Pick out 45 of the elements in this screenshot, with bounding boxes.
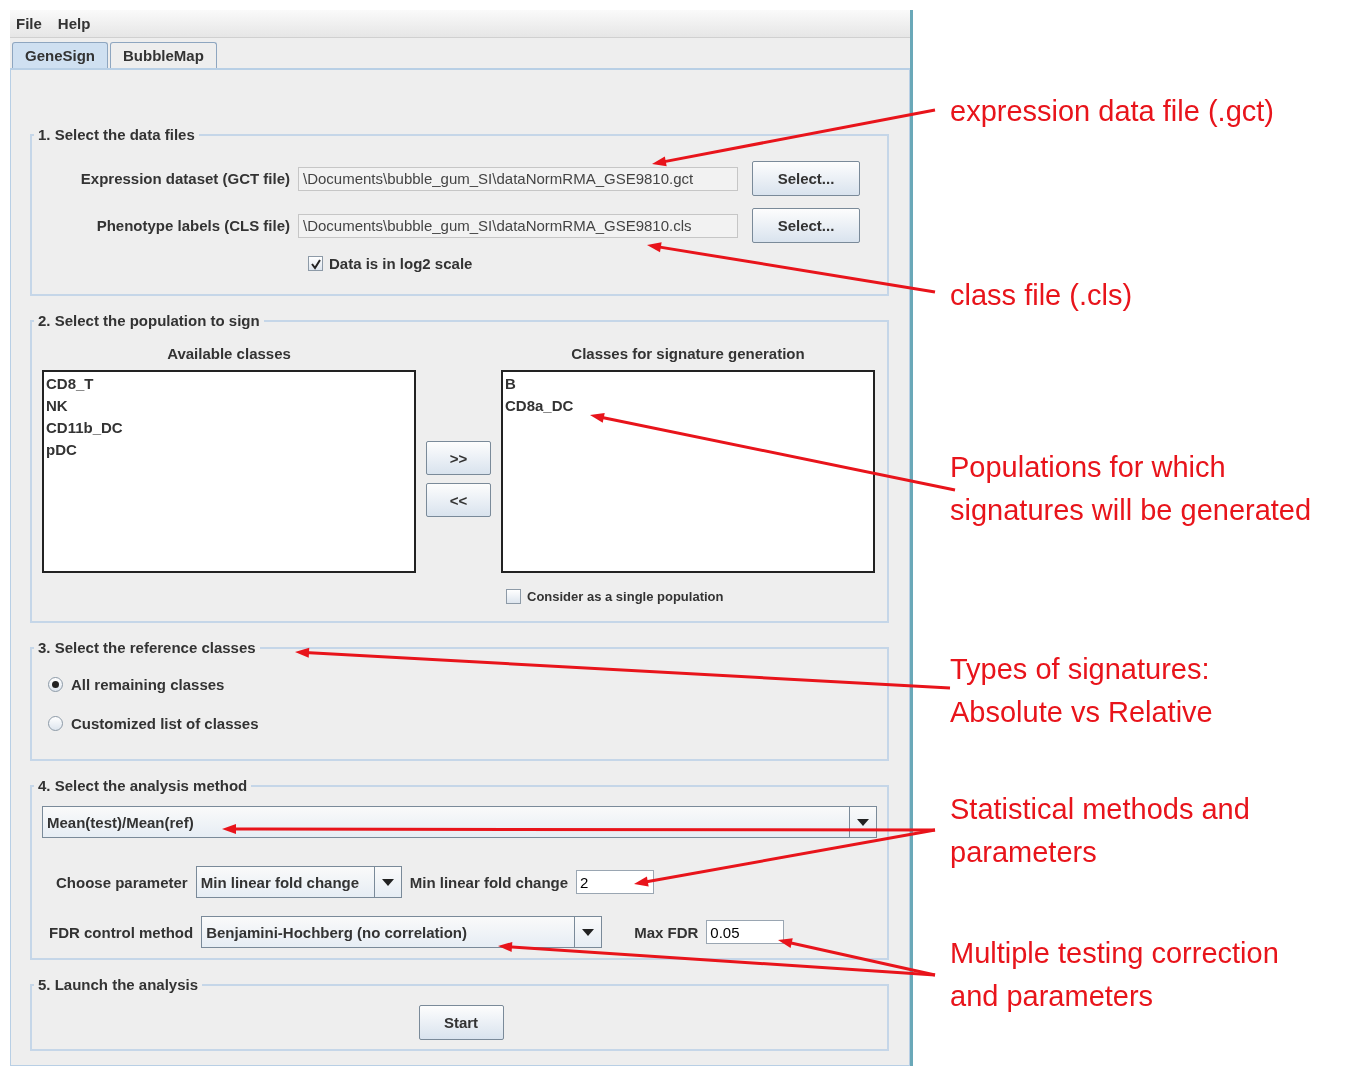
list-item[interactable]: B <box>505 375 871 392</box>
menu-item[interactable]: Help <box>57 15 91 32</box>
checkbox-label: Consider as a single population <box>527 589 724 604</box>
annotation-text: Types of signatures: Absolute vs Relative <box>950 652 1213 730</box>
field-label: FDR control method <box>49 923 194 941</box>
fdr-method-dropdown[interactable]: Benjamini-Hochberg (no correlation) <box>201 916 603 948</box>
select-button[interactable]: Select... <box>752 208 860 243</box>
radio-label: All remaining classes <box>71 676 225 693</box>
checkbox-label: Data is in log2 scale <box>329 255 473 272</box>
field-label: Max FDR <box>634 923 699 941</box>
move-button[interactable]: >> <box>426 441 491 475</box>
file-path-field[interactable]: \Documents\bubble_gum_SI\dataNormRMA_GSE9810.gct <box>298 166 738 191</box>
method-dropdown[interactable]: Mean(test)/Mean(ref) <box>42 806 877 838</box>
list-heading: Classes for signature generation <box>571 345 805 362</box>
fold-change-field[interactable]: 2 <box>576 870 655 894</box>
tab[interactable]: BubbleMap <box>110 42 217 68</box>
annotation-text: expression data file (.gct) <box>950 94 1274 129</box>
annotation-text: Multiple testing correction and parameters <box>950 936 1279 1014</box>
select-button[interactable]: Select... <box>752 161 860 196</box>
field-label: Phenotype labels (CLS file) <box>95 217 290 234</box>
list-item[interactable]: CD11b_DC <box>46 419 412 436</box>
list-item[interactable]: CD8a_DC <box>505 397 871 414</box>
tab[interactable]: GeneSign <box>12 42 108 68</box>
move-button[interactable]: << <box>426 483 491 517</box>
file-path-field[interactable]: \Documents\bubble_gum_SI\dataNormRMA_GSE9810.cls <box>298 213 738 238</box>
field-label: Choose parameter <box>56 873 188 891</box>
section-title: 2. Select the population to sign <box>37 312 261 329</box>
list-heading: Available classes <box>167 345 291 362</box>
list-item[interactable]: CD8_T <box>46 375 412 392</box>
field-label: Min linear fold change <box>409 873 569 891</box>
max-fdr-field[interactable]: 0.05 <box>706 920 785 944</box>
parameter-dropdown[interactable]: Min linear fold change <box>195 866 402 898</box>
section-title: 4. Select the analysis method <box>37 777 249 794</box>
radio-label: Customized list of classes <box>71 715 259 732</box>
field-label: Expression dataset (GCT file) <box>79 170 290 187</box>
annotation-text: Statistical methods and parameters <box>950 792 1250 870</box>
annotation-text: Populations for which signatures will be generated <box>950 450 1312 528</box>
list-item[interactable]: NK <box>46 397 412 414</box>
annotation-text: class file (.cls) <box>950 278 1133 313</box>
section-title: 3. Select the reference classes <box>37 639 257 656</box>
section-title: 1. Select the data files <box>37 126 196 143</box>
menu-item[interactable]: File <box>16 15 42 32</box>
list-item[interactable]: pDC <box>46 441 412 458</box>
start-button[interactable]: Start <box>418 1005 504 1040</box>
section-title: 5. Launch the analysis <box>37 976 200 993</box>
